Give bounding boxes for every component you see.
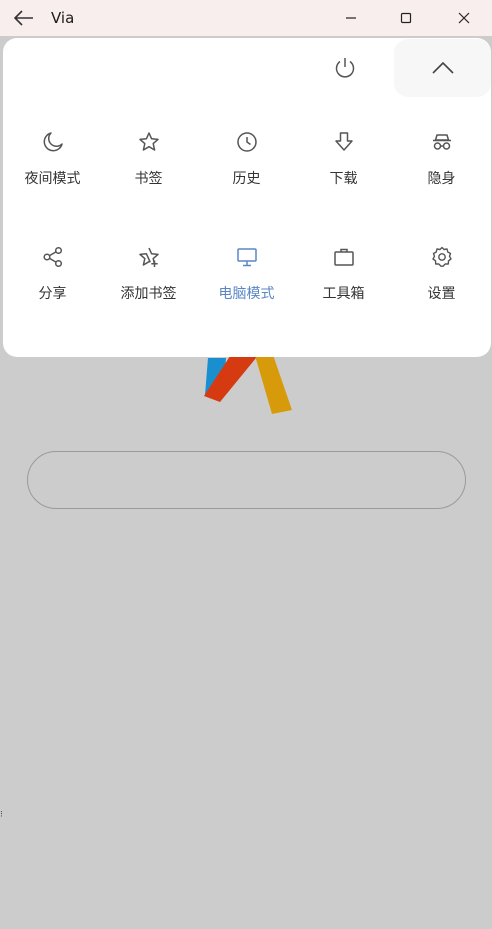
collapse-menu-button[interactable] bbox=[394, 39, 491, 97]
minimize-icon bbox=[345, 12, 357, 24]
maximize-button[interactable] bbox=[383, 0, 429, 36]
browser-window: Via ⁝ 夜间模式 书签 历史 下载 隐身 分享 添加书签 电脑模式 工具箱 … bbox=[0, 0, 492, 929]
menu-item-label: 工具箱 bbox=[322, 286, 365, 302]
menu-item-label: 夜间模式 bbox=[24, 171, 81, 187]
edge-mark: ⁝ bbox=[0, 810, 3, 820]
menu-row-1: 夜间模式 书签 历史 下载 隐身 bbox=[3, 124, 491, 239]
menu-item-label: 历史 bbox=[232, 171, 261, 187]
chevron-up-icon bbox=[431, 61, 455, 75]
main-menu-panel: 夜间模式 书签 历史 下载 隐身 分享 添加书签 电脑模式 工具箱 设置 bbox=[3, 38, 491, 357]
menu-item-label: 电脑模式 bbox=[218, 286, 275, 302]
back-button[interactable] bbox=[10, 5, 38, 31]
menu-item-label: 添加书签 bbox=[120, 286, 177, 302]
minimize-button[interactable] bbox=[328, 0, 374, 36]
incognito-icon bbox=[430, 130, 454, 154]
menu-row-2: 分享 添加书签 电脑模式 工具箱 设置 bbox=[3, 239, 491, 354]
menu-item-toolbox[interactable]: 工具箱 bbox=[295, 239, 392, 339]
close-icon bbox=[458, 12, 470, 24]
menu-item-night-mode[interactable]: 夜间模式 bbox=[4, 124, 101, 224]
menu-item-downloads[interactable]: 下载 bbox=[295, 124, 392, 224]
download-icon bbox=[332, 130, 356, 154]
menu-grid: 夜间模式 书签 历史 下载 隐身 分享 添加书签 电脑模式 工具箱 设置 bbox=[3, 124, 491, 354]
menu-item-history[interactable]: 历史 bbox=[198, 124, 295, 224]
menu-item-incognito[interactable]: 隐身 bbox=[393, 124, 490, 224]
menu-item-label: 下载 bbox=[329, 171, 358, 187]
clock-icon bbox=[235, 130, 259, 154]
share-icon bbox=[41, 245, 65, 269]
menu-item-label: 隐身 bbox=[427, 171, 456, 187]
menu-item-share[interactable]: 分享 bbox=[4, 239, 101, 339]
maximize-icon bbox=[400, 12, 412, 24]
star-icon bbox=[137, 130, 161, 154]
menu-item-bookmarks[interactable]: 书签 bbox=[100, 124, 197, 224]
title-bar: Via bbox=[0, 0, 492, 36]
window-title: Via bbox=[51, 9, 75, 27]
menu-item-label: 分享 bbox=[38, 286, 67, 302]
briefcase-icon bbox=[332, 245, 356, 269]
menu-item-label: 设置 bbox=[427, 286, 456, 302]
exit-button[interactable] bbox=[325, 50, 365, 86]
menu-item-desktop-mode[interactable]: 电脑模式 bbox=[198, 239, 295, 339]
search-box[interactable] bbox=[27, 451, 466, 509]
menu-item-add-bookmark[interactable]: 添加书签 bbox=[100, 239, 197, 339]
menu-item-settings[interactable]: 设置 bbox=[393, 239, 490, 339]
monitor-icon bbox=[235, 245, 259, 269]
menu-item-label: 书签 bbox=[134, 171, 163, 187]
moon-icon bbox=[41, 130, 65, 154]
close-button[interactable] bbox=[441, 0, 487, 36]
arrow-left-icon bbox=[14, 10, 34, 26]
star-plus-icon bbox=[137, 245, 161, 269]
gear-icon bbox=[430, 245, 454, 269]
power-icon bbox=[333, 56, 357, 80]
